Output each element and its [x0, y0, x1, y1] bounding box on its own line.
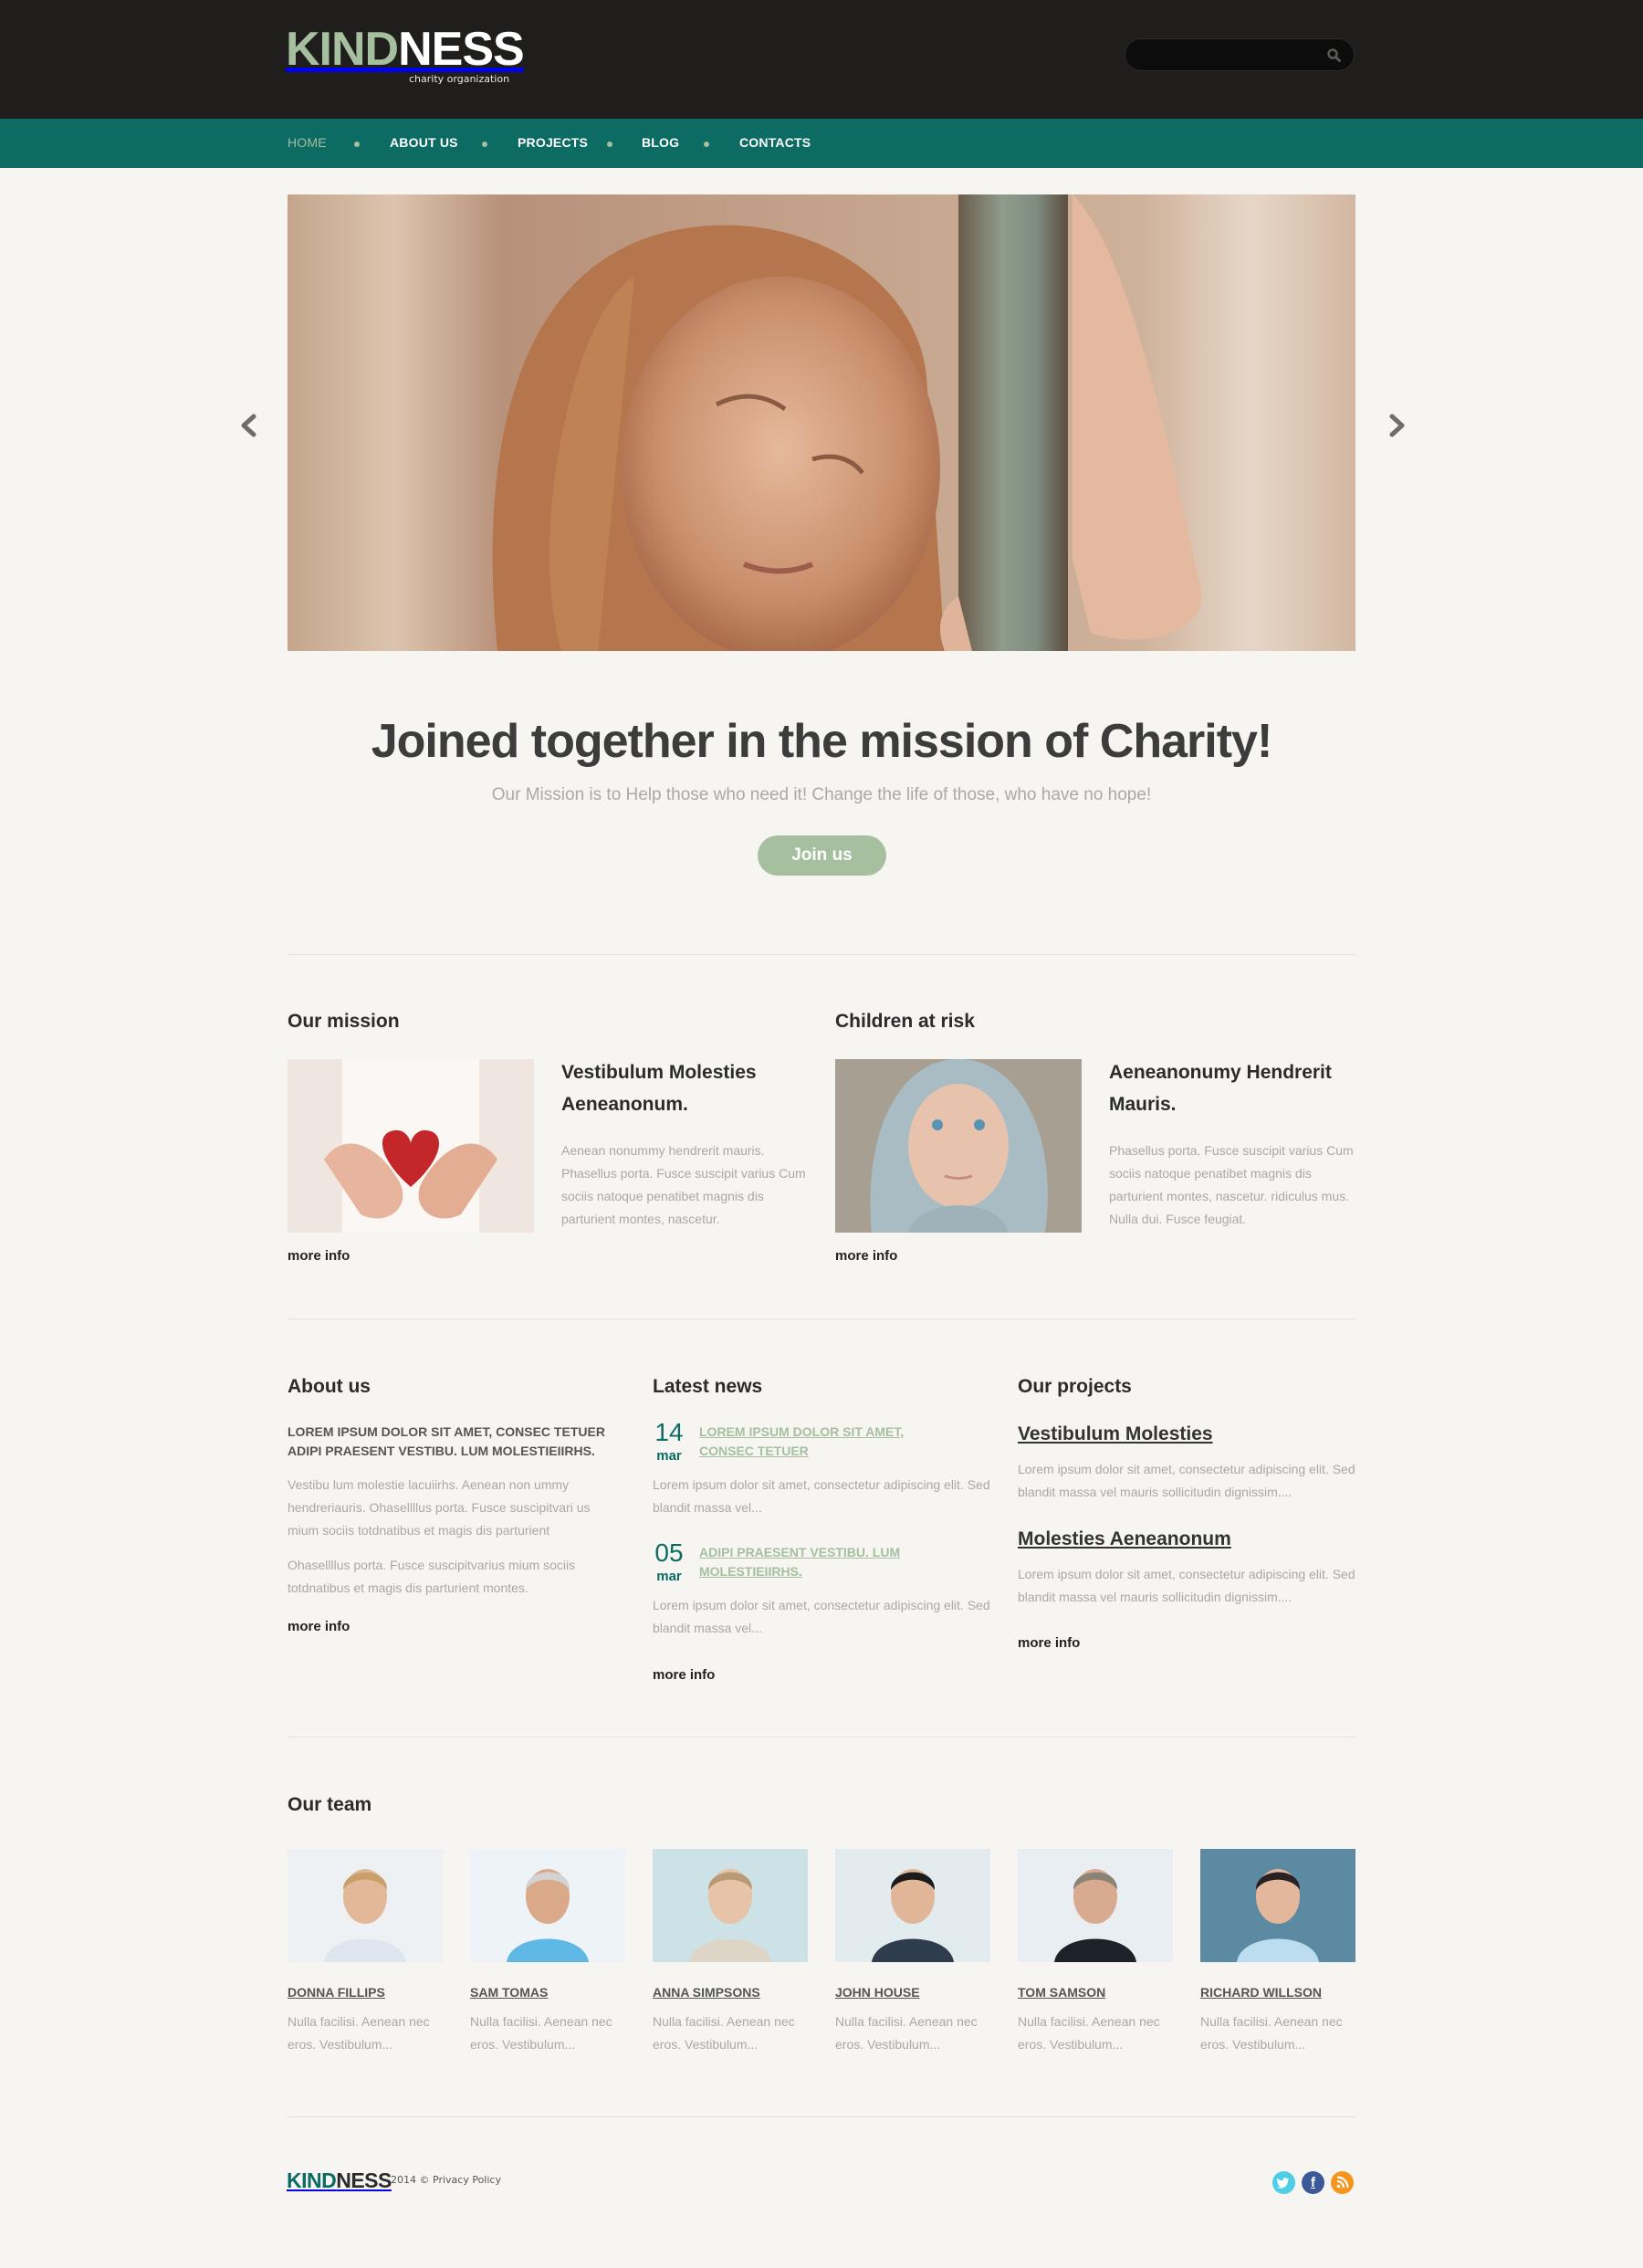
hero-headline: Joined together in the mission of Charit…: [371, 715, 1273, 768]
news-month: mar: [656, 1448, 682, 1464]
site-header: [0, 0, 1643, 119]
mission-more-info-link[interactable]: more info: [288, 1248, 350, 1264]
mission-feature-text: Aenean nonummy hendrerit mauris. Phasell…: [561, 1143, 806, 1226]
section-divider: [288, 954, 1355, 955]
news-day: 05: [654, 1538, 684, 1567]
projects-more-info-link[interactable]: more info: [1018, 1635, 1080, 1651]
our-team-title: Our team: [288, 1794, 372, 1815]
hero-subtitle: Our Mission is to Help those who need it…: [491, 785, 1152, 804]
nav-blog[interactable]: BLOG: [642, 135, 679, 150]
facebook-icon: f: [1311, 2175, 1315, 2190]
site-logo[interactable]: KINDNESS: [286, 23, 525, 76]
team-member-photo: [653, 1849, 808, 1962]
chevron-right-icon: [1389, 414, 1405, 437]
nav-separator-dot: [354, 142, 360, 147]
project-title-link[interactable]: Vestibulum Molesties: [1018, 1423, 1213, 1445]
team-member-photo: [288, 1849, 443, 1962]
children-feature-text: Phasellus porta. Fusce suscipit varius C…: [1109, 1143, 1354, 1226]
news-title-link[interactable]: ADIPI PRAESENT VESTIBU. LUM MOLESTIEIIRH…: [699, 1543, 918, 1581]
team-member-description: Nulla facilisi. Aenean nec eros. Vestibu…: [1018, 2014, 1160, 2052]
team-member-name[interactable]: RICHARD WILLSON: [1200, 1985, 1322, 2000]
hooded-girl-image: [835, 1059, 1082, 1233]
main-nav: HOME ABOUT US PROJECTS BLOG CONTACTS: [0, 119, 1643, 168]
project-excerpt: Lorem ipsum dolor sit amet, consectetur …: [1018, 1462, 1355, 1499]
about-us-title: About us: [288, 1376, 371, 1397]
team-member-name[interactable]: SAM TOMAS: [470, 1985, 548, 2000]
join-us-button[interactable]: Join us: [758, 835, 886, 876]
team-member-description: Nulla facilisi. Aenean nec eros. Vestibu…: [288, 2014, 430, 2052]
team-member-photo: [1018, 1849, 1173, 1962]
heart-hands-image: [288, 1059, 534, 1233]
project-title-link[interactable]: Molesties Aeneanonum: [1018, 1528, 1231, 1550]
about-us-paragraph: Vestibu lum molestie lacuiirhs. Aenean n…: [288, 1477, 591, 1538]
search-icon[interactable]: [1326, 47, 1343, 64]
project-excerpt: Lorem ipsum dolor sit amet, consectetur …: [1018, 1567, 1355, 1604]
team-member-name[interactable]: ANNA SIMPSONS: [653, 1985, 760, 2000]
section-divider: [288, 2116, 1355, 2117]
section-divider: [288, 1737, 1355, 1738]
news-excerpt: Lorem ipsum dolor sit amet, consectetur …: [653, 1598, 990, 1635]
mission-feature-heading: Vestibulum Molesties Aeneanonum.: [561, 1062, 757, 1115]
about-us-lead: LOREM IPSUM DOLOR SIT AMET, CONSEC TETUE…: [288, 1424, 605, 1458]
slider-next-button[interactable]: [1383, 409, 1410, 442]
hero-slider-image: [288, 194, 1355, 651]
rss-icon: [1336, 2176, 1349, 2189]
team-member-description: Nulla facilisi. Aenean nec eros. Vestibu…: [470, 2014, 612, 2052]
team-member-name[interactable]: JOHN HOUSE: [835, 1985, 920, 2000]
chevron-left-icon: [241, 414, 256, 437]
twitter-icon: [1276, 2178, 1290, 2189]
children-at-risk-title: Children at risk: [835, 1011, 975, 1032]
team-member-description: Nulla facilisi. Aenean nec eros. Vestibu…: [835, 2014, 978, 2052]
team-member-photo: [1200, 1849, 1355, 1962]
footer-logo[interactable]: KINDNESS: [287, 2168, 392, 2193]
nav-contacts[interactable]: CONTACTS: [739, 135, 811, 150]
our-projects-title: Our projects: [1018, 1376, 1132, 1397]
children-more-info-link[interactable]: more info: [835, 1248, 897, 1264]
footer-logo-kind: KIND: [287, 2168, 337, 2192]
facebook-button[interactable]: f: [1302, 2171, 1324, 2194]
latest-news-title: Latest news: [653, 1376, 763, 1397]
team-member-name[interactable]: TOM SAMSON: [1018, 1985, 1105, 2000]
about-more-info-link[interactable]: more info: [288, 1619, 350, 1634]
search-input[interactable]: [1138, 45, 1321, 65]
team-member-photo: [470, 1849, 625, 1962]
team-member-description: Nulla facilisi. Aenean nec eros. Vestibu…: [1200, 2014, 1343, 2052]
copyright-text: 2014 ©: [391, 2174, 430, 2186]
news-more-info-link[interactable]: more info: [653, 1667, 715, 1683]
search-box: [1125, 38, 1355, 71]
footer-logo-ness: NESS: [336, 2168, 392, 2192]
our-mission-title: Our mission: [288, 1011, 400, 1032]
nav-separator-dot: [607, 142, 612, 147]
nav-separator-dot: [482, 142, 487, 147]
news-day: 14: [654, 1418, 684, 1446]
logo-ness-text: NESS: [398, 23, 525, 76]
logo-kind-text: KIND: [286, 23, 399, 76]
nav-separator-dot: [704, 142, 709, 147]
news-month: mar: [656, 1569, 682, 1584]
team-member-name[interactable]: DONNA FILLIPS: [288, 1985, 385, 2000]
children-feature-heading: Aeneanonumy Hendrerit Mauris.: [1109, 1062, 1332, 1115]
privacy-policy-link[interactable]: Privacy Policy: [433, 2174, 501, 2186]
news-excerpt: Lorem ipsum dolor sit amet, consectetur …: [653, 1477, 990, 1515]
slider-prev-button[interactable]: [235, 409, 263, 442]
nav-about-us[interactable]: ABOUT US: [390, 135, 458, 150]
nav-projects[interactable]: PROJECTS: [518, 135, 588, 150]
footer-copyright: 2014 © Privacy Policy: [391, 2174, 501, 2186]
section-divider: [288, 1318, 1355, 1319]
about-us-paragraph: Ohasellllus porta. Fusce suscipitvarius …: [288, 1558, 576, 1595]
twitter-button[interactable]: [1272, 2171, 1295, 2194]
news-title-link[interactable]: LOREM IPSUM DOLOR SIT AMET, CONSEC TETUE…: [699, 1423, 918, 1461]
nav-home[interactable]: HOME: [288, 135, 327, 150]
rss-button[interactable]: [1331, 2171, 1354, 2194]
team-member-description: Nulla facilisi. Aenean nec eros. Vestibu…: [653, 2014, 795, 2052]
team-member-photo: [835, 1849, 990, 1962]
logo-tagline: charity organization: [409, 73, 510, 85]
